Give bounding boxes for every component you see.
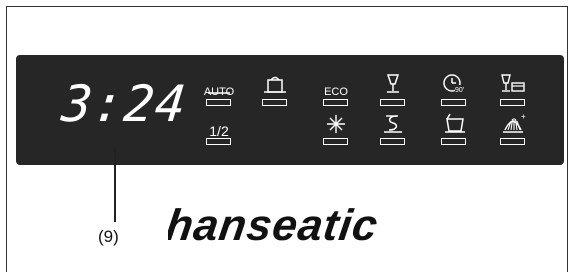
sparkle-icon	[319, 111, 353, 135]
glass-dish-indicator-bar	[500, 99, 525, 106]
drying-button[interactable]: +	[496, 107, 530, 165]
glass-dish-icon	[496, 72, 530, 96]
intensive-pot-button[interactable]	[258, 68, 292, 126]
brand-logo-text: hanseatic	[168, 201, 381, 250]
sparkle-indicator-bar	[323, 138, 348, 145]
half-load-indicator-bar	[206, 138, 231, 145]
eco-indicator-bar	[323, 99, 348, 106]
glass-icon	[376, 72, 410, 96]
basket-indicator-bar	[441, 138, 466, 145]
auto-indicator-bar	[206, 99, 231, 106]
time-display: 3:24	[59, 75, 190, 133]
clock-90-icon: 90'	[437, 72, 471, 96]
rinse-indicator-bar	[380, 138, 405, 145]
hygiene-button[interactable]	[319, 107, 353, 165]
rinse-button[interactable]	[376, 107, 410, 165]
callout-leader-line	[114, 149, 116, 222]
clock-90-indicator-bar	[441, 99, 466, 106]
callout-label: (9)	[98, 227, 119, 246]
drying-icon: +	[496, 111, 530, 135]
eco-label: ECO	[324, 86, 348, 98]
svg-text:90': 90'	[455, 87, 464, 94]
pot-indicator-bar	[262, 99, 287, 106]
brand-logo: hanseatic	[163, 198, 418, 258]
rinse-icon	[376, 111, 410, 135]
svg-text:+: +	[521, 112, 526, 121]
half-load-button[interactable]: 1/2	[202, 107, 236, 165]
glass-indicator-bar	[380, 99, 405, 106]
drying-indicator-bar	[500, 138, 525, 145]
time-display-value: 3:24	[58, 75, 190, 133]
half-load-label: 1/2	[209, 123, 229, 139]
pot-icon	[258, 72, 292, 96]
prewash-button[interactable]	[437, 107, 471, 165]
auto-icon	[202, 72, 236, 96]
basket-icon	[437, 111, 471, 135]
